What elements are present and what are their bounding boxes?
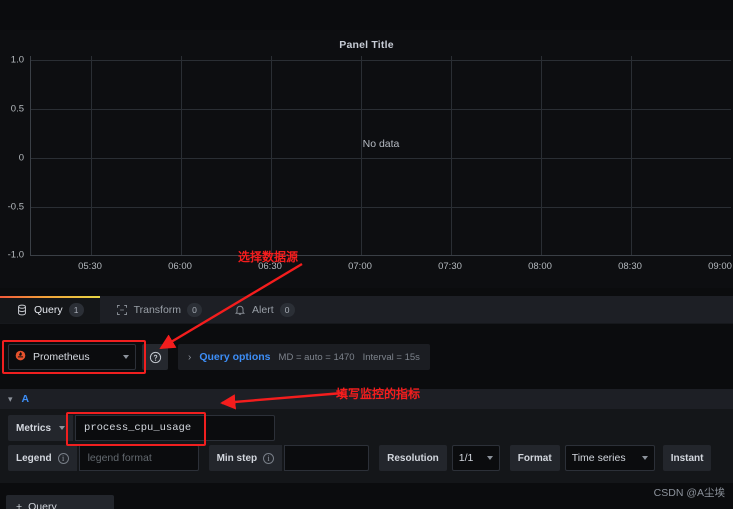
gridline-horizontal — [31, 60, 731, 61]
add-query-button[interactable]: + Query — [6, 495, 114, 509]
expand-caret-icon: › — [188, 351, 192, 363]
metrics-expression-value: process_cpu_usage — [84, 422, 192, 434]
gridline-horizontal — [31, 158, 731, 159]
visualization-panel: Panel Title 1.0 0.5 0 -0.5 -1.0 No data … — [0, 30, 733, 288]
info-icon[interactable]: i — [57, 452, 69, 464]
gridline-vertical — [541, 56, 542, 255]
no-data-message: No data — [362, 138, 400, 150]
gridline-vertical — [631, 56, 632, 255]
gridline-horizontal — [31, 207, 731, 208]
resolution-label-box: Resolution — [379, 445, 447, 471]
tab-alert[interactable]: Alert 0 — [218, 296, 311, 323]
tab-transform-badge: 0 — [187, 302, 203, 317]
instant-label: Instant — [670, 452, 704, 464]
tab-alert-badge: 0 — [279, 302, 295, 317]
query-editor-body: Metrics process_cpu_usage Legend i legen… — [0, 409, 733, 483]
format-select[interactable]: Time series — [564, 445, 655, 471]
datasource-picker[interactable]: Prometheus — [8, 344, 136, 370]
y-tick-label: -1.0 — [7, 249, 24, 261]
gridline-vertical — [91, 56, 92, 255]
editor-tab-bar: Query 1 Transform 0 Alert 0 — [0, 296, 733, 324]
legend-label: Legend — [16, 452, 52, 464]
metrics-dropdown[interactable]: Metrics — [8, 415, 74, 441]
query-params-row: Legend i legend format Min step i Resolu… — [8, 445, 733, 471]
chevron-down-icon — [486, 456, 493, 460]
legend-format-input[interactable]: legend format — [78, 445, 199, 471]
question-circle-icon — [149, 351, 161, 363]
x-tick-label: 07:00 — [348, 261, 372, 272]
database-icon — [16, 304, 28, 316]
metrics-row: Metrics process_cpu_usage — [8, 415, 733, 441]
min-step-input[interactable] — [284, 445, 370, 471]
y-axis: 1.0 0.5 0 -0.5 -1.0 — [0, 54, 28, 261]
chevron-down-icon — [641, 456, 648, 460]
y-tick-label: 1.0 — [10, 54, 24, 66]
tab-query[interactable]: Query 1 — [0, 296, 100, 323]
plus-icon: + — [16, 501, 23, 509]
instant-toggle-button[interactable]: Instant — [662, 445, 712, 471]
gridline-vertical — [181, 56, 182, 255]
x-tick-label: 09:00 — [708, 261, 732, 272]
transform-icon — [116, 304, 128, 316]
annotation-label-metric: 填写监控的指标 — [336, 387, 421, 401]
prometheus-icon — [15, 348, 26, 366]
tab-transform[interactable]: Transform 0 — [100, 296, 218, 323]
resolution-value: 1/1 — [458, 452, 474, 464]
tab-transform-label: Transform — [133, 303, 182, 316]
tab-query-badge: 1 — [68, 302, 84, 317]
format-label-box: Format — [509, 445, 560, 471]
y-tick-label: 0 — [18, 152, 24, 164]
tab-query-label: Query — [34, 303, 63, 316]
gridline-vertical — [271, 56, 272, 255]
y-tick-label: -0.5 — [7, 201, 24, 213]
x-tick-label: 05:30 — [78, 261, 102, 272]
x-axis: 05:30 06:00 06:30 07:00 07:30 08:00 08:3… — [30, 258, 732, 276]
plot-area: 1.0 0.5 0 -0.5 -1.0 No data 05:30 06:00 … — [0, 54, 733, 288]
metrics-label: Metrics — [16, 422, 52, 434]
info-icon[interactable]: i — [263, 452, 275, 464]
datasource-row: Prometheus › Query options MD = auto = 1… — [0, 340, 733, 374]
watermark: CSDN @A尘埃 — [653, 487, 725, 499]
resolution-select[interactable]: 1/1 — [451, 445, 500, 471]
query-options-label[interactable]: Query options — [199, 351, 270, 363]
chevron-down-icon — [59, 426, 66, 430]
interval-value: Interval = 15s — [362, 351, 420, 363]
datasource-name: Prometheus — [33, 351, 90, 363]
min-step-label: Min step — [216, 452, 258, 464]
query-options-bar[interactable]: › Query options MD = auto = 1470 Interva… — [178, 344, 430, 370]
gridline-vertical — [451, 56, 452, 255]
chevron-down-icon[interactable]: ▾ — [8, 394, 13, 405]
y-tick-label: 0.5 — [10, 103, 24, 115]
datasource-help-button[interactable] — [142, 344, 168, 370]
chart-canvas[interactable]: No data — [30, 56, 731, 256]
gridline-horizontal — [31, 109, 731, 110]
format-label: Format — [517, 452, 552, 464]
x-tick-label: 08:30 — [618, 261, 642, 272]
x-tick-label: 06:00 — [168, 261, 192, 272]
page-title: Panel Title — [339, 39, 394, 51]
min-step-label-box: Min step i — [208, 445, 283, 471]
chevron-down-icon — [123, 355, 129, 359]
metrics-expression-input[interactable]: process_cpu_usage — [75, 415, 276, 441]
grafana-panel-editor: Panel Title 1.0 0.5 0 -0.5 -1.0 No data … — [0, 0, 733, 509]
query-ref-id: A — [21, 393, 30, 405]
x-tick-label: 07:30 — [438, 261, 462, 272]
legend-label-box: Legend i — [8, 445, 77, 471]
bell-icon — [234, 304, 246, 316]
max-data-points-value: MD = auto = 1470 — [278, 351, 355, 363]
x-tick-label: 08:00 — [528, 261, 552, 272]
add-query-label: Query — [28, 501, 57, 509]
format-value: Time series — [571, 452, 626, 464]
annotation-label-datasource: 选择数据源 — [238, 250, 299, 264]
tab-alert-label: Alert — [252, 303, 274, 316]
resolution-label: Resolution — [387, 452, 439, 464]
gridline-vertical — [361, 56, 362, 255]
